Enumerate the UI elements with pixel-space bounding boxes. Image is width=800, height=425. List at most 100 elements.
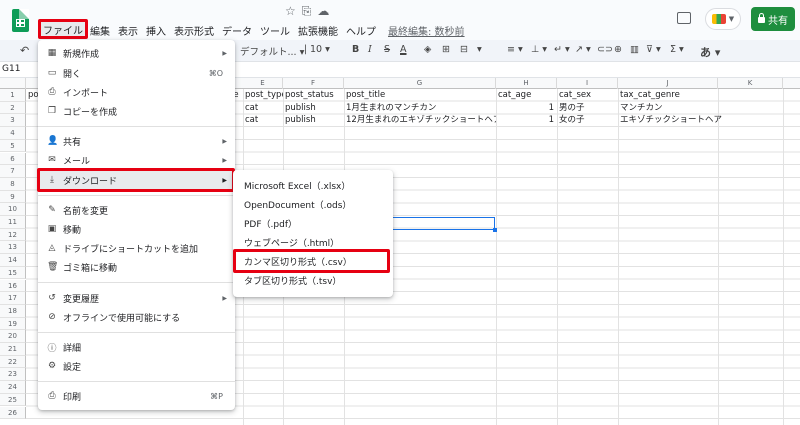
insert-chart-icon[interactable]: ▥ bbox=[630, 44, 639, 55]
menu-tools[interactable]: ツール bbox=[256, 23, 294, 38]
menu-view[interactable]: 表示 bbox=[114, 23, 142, 38]
cell-f2[interactable]: publish bbox=[283, 102, 344, 114]
row-header[interactable]: 26 bbox=[0, 406, 26, 420]
cell-j2[interactable]: マンチカン bbox=[618, 102, 718, 114]
row-header[interactable]: 13 bbox=[0, 241, 26, 255]
column-header-i[interactable]: I bbox=[557, 78, 618, 89]
text-rotate-icon[interactable]: ↗ ▾ bbox=[575, 44, 591, 55]
row-header[interactable]: 25 bbox=[0, 393, 26, 407]
menu-data[interactable]: データ bbox=[218, 23, 256, 38]
row-header[interactable]: 6 bbox=[0, 152, 26, 166]
column-header-e[interactable]: E bbox=[243, 78, 283, 89]
move-folder-icon[interactable]: ⎘ bbox=[302, 4, 312, 19]
bold-button[interactable]: B bbox=[352, 44, 359, 55]
font-size-select[interactable]: 10 ▾ bbox=[310, 44, 330, 55]
row-header[interactable]: 23 bbox=[0, 368, 26, 382]
undo-icon[interactable]: ↶ bbox=[20, 44, 29, 57]
merge-dropdown-icon[interactable]: ▾ bbox=[477, 44, 482, 55]
menu-insert[interactable]: 挿入 bbox=[142, 23, 170, 38]
share-button[interactable]: 共有 bbox=[751, 7, 795, 31]
file-menu-open[interactable]: ▭ 開く ⌘O bbox=[38, 64, 235, 82]
cell-h3[interactable]: 1 bbox=[496, 114, 557, 126]
star-icon[interactable]: ☆ bbox=[285, 4, 296, 19]
text-color-button[interactable]: A bbox=[400, 44, 407, 55]
download-xlsx[interactable]: Microsoft Excel（.xlsx） bbox=[233, 176, 393, 194]
cell-e2[interactable]: cat bbox=[243, 102, 283, 114]
menu-file[interactable]: ファイル bbox=[38, 19, 88, 39]
row-header[interactable]: 17 bbox=[0, 292, 26, 305]
row-header[interactable]: 14 bbox=[0, 254, 26, 267]
column-header-k[interactable]: K bbox=[718, 78, 783, 89]
cell-h1[interactable]: cat_age bbox=[496, 89, 557, 101]
cell-i3[interactable]: 女の子 bbox=[557, 114, 618, 126]
row-header[interactable]: 22 bbox=[0, 355, 26, 369]
sheets-logo-icon[interactable] bbox=[12, 9, 29, 32]
row-header[interactable]: 1 bbox=[0, 89, 26, 102]
column-header-g[interactable]: G bbox=[344, 78, 496, 89]
borders-icon[interactable]: ⊞ bbox=[442, 44, 450, 55]
row-header[interactable]: 4 bbox=[0, 127, 26, 140]
file-menu-rename[interactable]: ✎ 名前を変更 bbox=[38, 201, 235, 219]
row-header[interactable]: 24 bbox=[0, 381, 26, 394]
menu-help[interactable]: ヘルプ bbox=[342, 23, 380, 38]
filter-icon[interactable]: ⊽ ▾ bbox=[646, 44, 661, 55]
row-header[interactable]: 2 bbox=[0, 101, 26, 115]
file-menu-version-history[interactable]: ↺ 変更履歴 ▶ bbox=[38, 289, 235, 307]
horizontal-align-icon[interactable]: ≡ ▾ bbox=[507, 44, 523, 55]
cell-i2[interactable]: 男の子 bbox=[557, 102, 618, 114]
cell-g3[interactable]: 12月生まれのエキゾチックショートヘア bbox=[344, 114, 496, 126]
cell-e3[interactable]: cat bbox=[243, 114, 283, 126]
meet-button[interactable]: ▼ bbox=[705, 8, 741, 30]
download-tsv[interactable]: タブ区切り形式（.tsv） bbox=[233, 271, 393, 289]
functions-icon[interactable]: Σ ▾ bbox=[670, 44, 684, 55]
row-header[interactable]: 19 bbox=[0, 317, 26, 331]
row-header[interactable]: 5 bbox=[0, 139, 26, 153]
row-header[interactable]: 9 bbox=[0, 190, 26, 204]
file-menu-add-shortcut[interactable]: ◬ ドライブにショートカットを追加 bbox=[38, 239, 235, 257]
cell-g1[interactable]: post_title bbox=[344, 89, 496, 101]
input-tools-button[interactable]: あ ▾ bbox=[700, 44, 720, 60]
text-wrap-icon[interactable]: ↵ ▾ bbox=[554, 44, 570, 55]
italic-button[interactable]: I bbox=[368, 44, 372, 55]
file-menu-print[interactable]: ⎙ 印刷 ⌘P bbox=[38, 387, 235, 405]
row-header[interactable]: 3 bbox=[0, 114, 26, 128]
menu-format[interactable]: 表示形式 bbox=[170, 23, 218, 38]
row-header[interactable]: 21 bbox=[0, 343, 26, 356]
insert-link-icon[interactable]: ⊂⊃ bbox=[597, 44, 613, 55]
cell-j3[interactable]: エキゾチックショートヘア bbox=[618, 114, 748, 126]
row-header[interactable]: 11 bbox=[0, 216, 26, 229]
cloud-status-icon[interactable]: ☁ bbox=[317, 4, 329, 19]
column-header-f[interactable]: F bbox=[283, 78, 344, 89]
row-header[interactable]: 12 bbox=[0, 228, 26, 242]
name-box[interactable]: G11 bbox=[2, 64, 20, 74]
cell-i1[interactable]: cat_sex bbox=[557, 89, 618, 101]
cell-a1[interactable]: po bbox=[26, 89, 39, 101]
row-header[interactable]: 8 bbox=[0, 177, 26, 191]
row-header[interactable]: 18 bbox=[0, 304, 26, 318]
download-ods[interactable]: OpenDocument（.ods） bbox=[233, 195, 393, 213]
cell-j1[interactable]: tax_cat_genre bbox=[618, 89, 718, 101]
file-menu-share[interactable]: 👤 共有 ▶ bbox=[38, 132, 235, 150]
menu-edit[interactable]: 編集 bbox=[86, 23, 114, 38]
column-header-h[interactable]: H bbox=[496, 78, 557, 89]
cell-f1[interactable]: post_status bbox=[283, 89, 344, 101]
file-menu-import[interactable]: ⎙ インポート bbox=[38, 83, 235, 101]
file-menu-settings[interactable]: ⚙ 設定 bbox=[38, 357, 235, 375]
file-menu-email[interactable]: ✉ メール ▶ bbox=[38, 151, 235, 169]
file-menu-copy[interactable]: ❐ コピーを作成 bbox=[38, 102, 235, 120]
strikethrough-button[interactable]: S bbox=[384, 44, 390, 55]
file-menu-trash[interactable]: 🗑 ゴミ箱に移動 bbox=[38, 258, 235, 276]
file-menu-new[interactable]: ▦ 新規作成 ▶ bbox=[38, 44, 235, 62]
row-header[interactable]: 10 bbox=[0, 203, 26, 216]
column-header-j[interactable]: J bbox=[618, 78, 718, 89]
row-header[interactable]: 15 bbox=[0, 266, 26, 280]
cell-f3[interactable]: publish bbox=[283, 114, 344, 126]
fill-color-icon[interactable]: ◈ bbox=[424, 44, 431, 55]
vertical-align-icon[interactable]: ⊥ ▾ bbox=[531, 44, 547, 55]
row-header[interactable]: 20 bbox=[0, 330, 26, 343]
row-header[interactable]: 16 bbox=[0, 279, 26, 293]
cell-g2[interactable]: 1月生まれのマンチカン bbox=[344, 102, 496, 114]
menu-extensions[interactable]: 拡張機能 bbox=[294, 23, 342, 38]
row-header[interactable]: 7 bbox=[0, 165, 26, 178]
merge-cells-icon[interactable]: ⊟ bbox=[460, 44, 468, 55]
